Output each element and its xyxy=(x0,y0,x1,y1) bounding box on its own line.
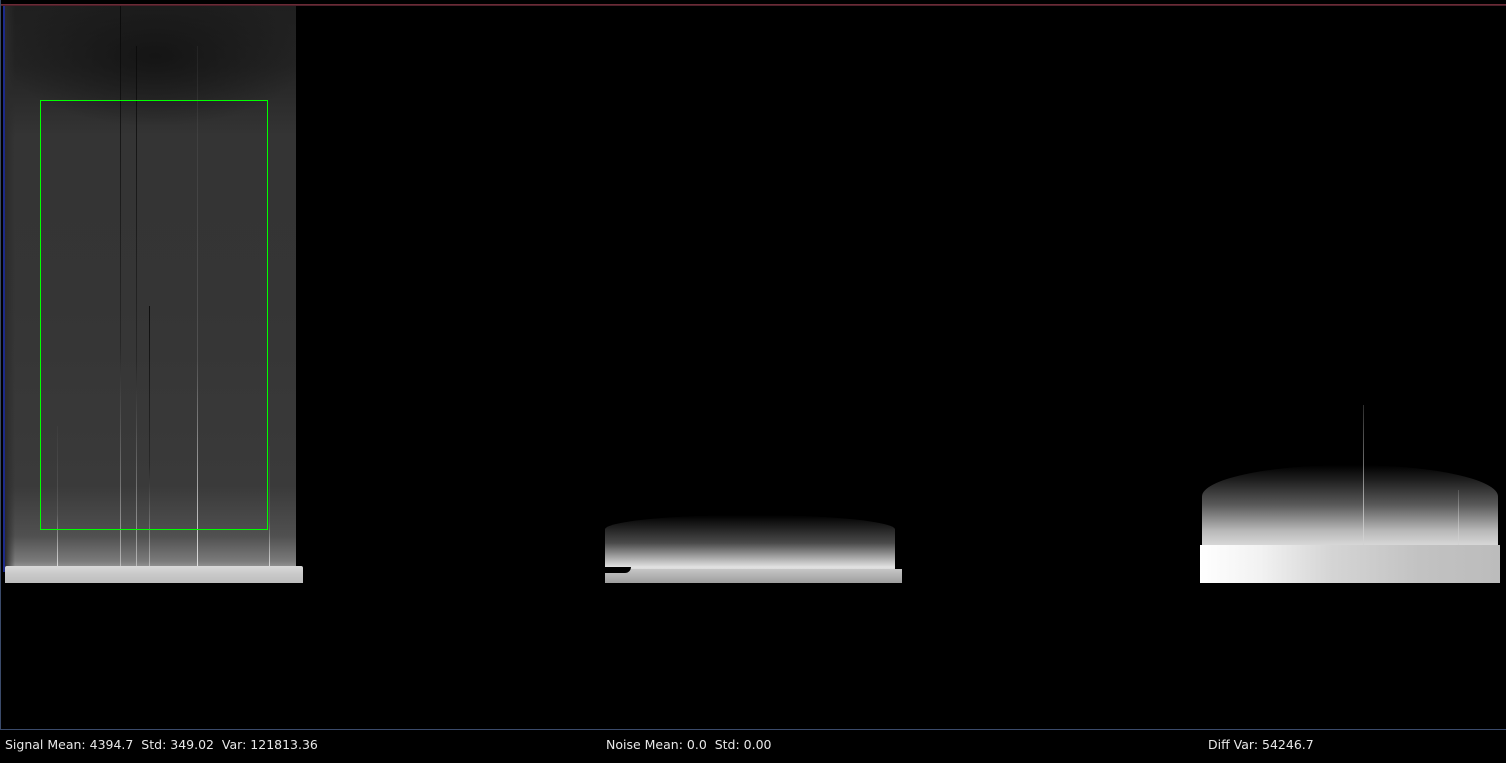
signal-stats: Signal Mean: 4394.7 Std: 349.02 Var: 121… xyxy=(5,737,318,752)
noise-stats: Noise Mean: 0.0 Std: 0.00 xyxy=(606,737,772,752)
diff-streak xyxy=(1363,405,1364,545)
status-bar: Signal Mean: 4394.7 Std: 349.02 Var: 121… xyxy=(0,730,1506,763)
roi-selection-box[interactable] xyxy=(40,100,268,530)
diff-stats: Diff Var: 54246.7 xyxy=(1208,737,1314,752)
noise-image-glow xyxy=(605,515,895,573)
diff-image[interactable] xyxy=(1200,405,1500,583)
diff-image-base xyxy=(1200,545,1500,583)
noise-image-base xyxy=(605,569,902,583)
noise-image[interactable] xyxy=(605,515,902,583)
signal-bright-streak xyxy=(269,446,270,572)
signal-image-base xyxy=(5,566,303,583)
diff-streak xyxy=(1458,490,1459,545)
diff-image-glow xyxy=(1202,465,1498,555)
noise-image-notch xyxy=(605,567,631,573)
signal-image-edge xyxy=(5,6,15,572)
image-viewport[interactable] xyxy=(0,0,1506,730)
